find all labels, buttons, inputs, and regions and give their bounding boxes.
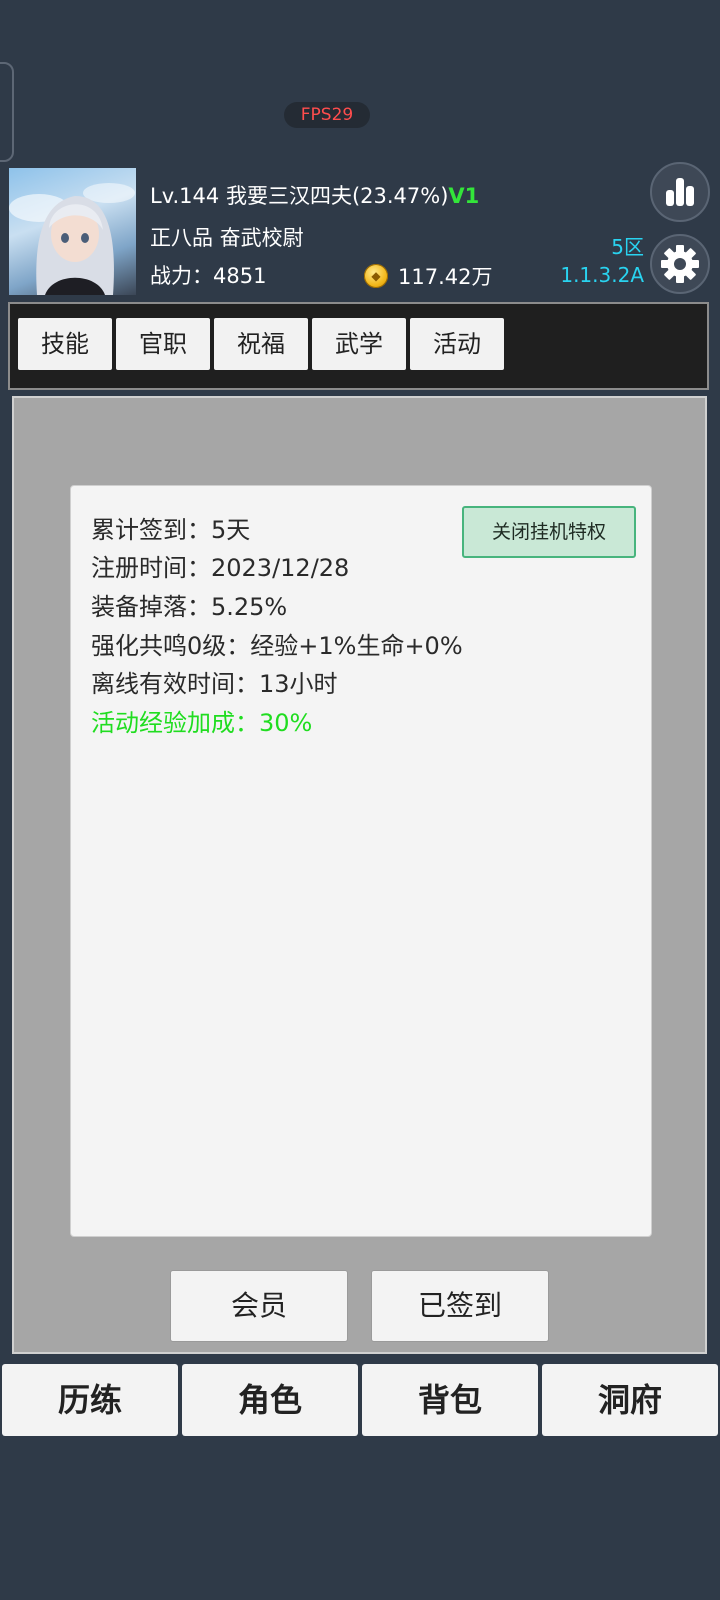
- info-row-offline-time: 离线有效时间：13小时: [91, 670, 338, 698]
- vip-badge: V1: [448, 184, 480, 208]
- nav-backpack[interactable]: 背包: [362, 1364, 538, 1436]
- nav-cave-dwelling[interactable]: 洞府: [542, 1364, 718, 1436]
- player-level: Lv.144: [150, 184, 220, 208]
- info-row-resonance: 强化共鸣0级：经验+1%生命+0%: [91, 632, 463, 660]
- nav-training[interactable]: 历练: [2, 1364, 178, 1436]
- bar-chart-icon: [666, 178, 694, 206]
- server-zone: 5区: [611, 235, 644, 259]
- server-info: 5区 1.1.3.2A: [560, 233, 644, 289]
- fps-indicator: FPS29: [284, 102, 370, 128]
- tab-office[interactable]: 官职: [116, 318, 210, 370]
- power-value: 4851: [213, 264, 267, 288]
- player-name: 我要三汉四夫(23.47%): [225, 184, 449, 208]
- leaderboard-button[interactable]: [650, 162, 710, 222]
- close-idle-privilege-button[interactable]: 关闭挂机特权: [462, 506, 636, 558]
- settings-button[interactable]: [650, 234, 710, 294]
- tab-activity[interactable]: 活动: [410, 318, 504, 370]
- player-rank: 正八品 奋武校尉: [150, 226, 304, 250]
- avatar-portrait-icon: [9, 183, 135, 295]
- info-card: 累计签到：5天 注册时间：2023/12/28 装备掉落：5.25% 强化共鸣0…: [70, 485, 652, 1237]
- signed-in-button[interactable]: 已签到: [371, 1270, 549, 1342]
- info-row-sign-in-days: 累计签到：5天: [91, 516, 251, 544]
- tab-blessing[interactable]: 祝福: [214, 318, 308, 370]
- side-handle[interactable]: [0, 62, 14, 162]
- avatar[interactable]: [9, 168, 136, 295]
- coin-amount: 117.42万: [398, 265, 493, 289]
- member-button[interactable]: 会员: [170, 1270, 348, 1342]
- bottom-navigation: 历练 角色 背包 洞府: [0, 1364, 720, 1439]
- info-row-activity-exp-bonus: 活动经验加成：30%: [91, 709, 313, 737]
- gear-icon: [661, 245, 699, 283]
- power-label: 战力：: [150, 264, 213, 288]
- nav-character[interactable]: 角色: [182, 1364, 358, 1436]
- version-label: 1.1.3.2A: [560, 263, 644, 287]
- feature-tab-bar: 技能 官职 祝福 武学 活动: [8, 302, 709, 390]
- coin-icon: ◆: [364, 264, 388, 288]
- tab-martial-arts[interactable]: 武学: [312, 318, 406, 370]
- info-row-register-date: 注册时间：2023/12/28: [91, 554, 350, 582]
- player-level-name: Lv.144 我要三汉四夫(23.47%)V1: [150, 180, 479, 210]
- tab-skills[interactable]: 技能: [18, 318, 112, 370]
- info-row-equipment-drop: 装备掉落：5.25%: [91, 593, 288, 621]
- player-power: 战力：4851: [150, 260, 266, 290]
